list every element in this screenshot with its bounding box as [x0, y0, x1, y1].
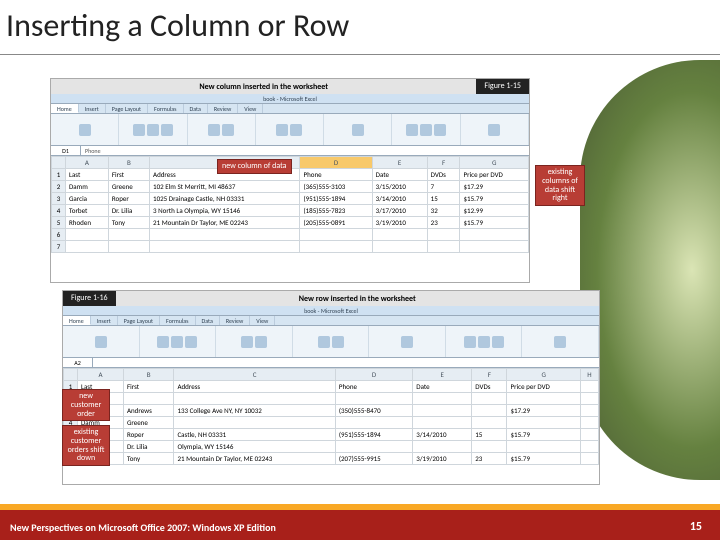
formula-content: Phone [81, 146, 105, 155]
ribbon-tab: Review [208, 104, 238, 113]
footer-bar: New Perspectives on Microsoft Office 200… [0, 504, 720, 540]
callout-shift-right: existing columns of data shift right [535, 165, 585, 206]
footer-text: New Perspectives on Microsoft Office 200… [10, 521, 276, 534]
excel-ribbon-2 [63, 326, 599, 358]
callout-new-column: new column of data [217, 159, 292, 174]
ribbon-tab: Page Layout [118, 316, 160, 325]
excel-ribbon-tabs-2: HomeInsertPage LayoutFormulasDataReviewV… [63, 316, 599, 326]
ribbon-tab: Page Layout [106, 104, 148, 113]
ribbon-tab: View [250, 316, 275, 325]
formula-bar: D1 Phone [51, 146, 529, 156]
excel-ribbon-tabs: HomeInsertPage LayoutFormulasDataReviewV… [51, 104, 529, 114]
figure2-caption-bar: Figure 1-16 New row inserted in the work… [63, 291, 599, 306]
figure2-sheet: ABCDEFGH1LastFirstAddressPhoneDateDVDsPr… [63, 368, 599, 465]
figure-1-15: New column inserted in the worksheet Fig… [50, 78, 530, 283]
ribbon-tab: Home [51, 104, 79, 113]
ribbon-tab: Formulas [148, 104, 183, 113]
background-graphic [580, 60, 720, 480]
figure1-caption-bar: New column inserted in the worksheet Fig… [51, 79, 529, 94]
excel-ribbon [51, 114, 529, 146]
figure-1-16: Figure 1-16 New row inserted in the work… [62, 290, 600, 485]
ribbon-tab: Review [220, 316, 250, 325]
ribbon-tab: Home [63, 316, 91, 325]
figure2-badge: Figure 1-16 [63, 291, 116, 306]
ribbon-tab: Data [196, 316, 220, 325]
name-box-2: A2 [63, 358, 93, 367]
ribbon-tab: Formulas [160, 316, 195, 325]
callout-new-row: new customer order [62, 389, 110, 421]
figure1-caption-title: New column inserted in the worksheet [51, 82, 476, 92]
name-box: D1 [51, 146, 81, 155]
figure2-caption-title: New row inserted in the worksheet [116, 294, 599, 304]
ribbon-tab: Insert [91, 316, 118, 325]
slide-number: 15 [690, 520, 702, 534]
callout-shift-down: existing customer orders shift down [62, 425, 110, 466]
figure2-excel-window: book - Microsoft Excel HomeInsertPage La… [63, 306, 599, 465]
figure1-badge: Figure 1-15 [476, 79, 529, 94]
formula-content-2 [93, 358, 101, 367]
excel-titlebar: book - Microsoft Excel [51, 94, 529, 104]
slide-title: Inserting a Column or Row [6, 6, 349, 45]
ribbon-tab: View [238, 104, 263, 113]
title-divider [0, 54, 720, 55]
formula-bar-2: A2 [63, 358, 599, 368]
ribbon-tab: Data [184, 104, 208, 113]
ribbon-tab: Insert [79, 104, 106, 113]
excel-titlebar-2: book - Microsoft Excel [63, 306, 599, 316]
